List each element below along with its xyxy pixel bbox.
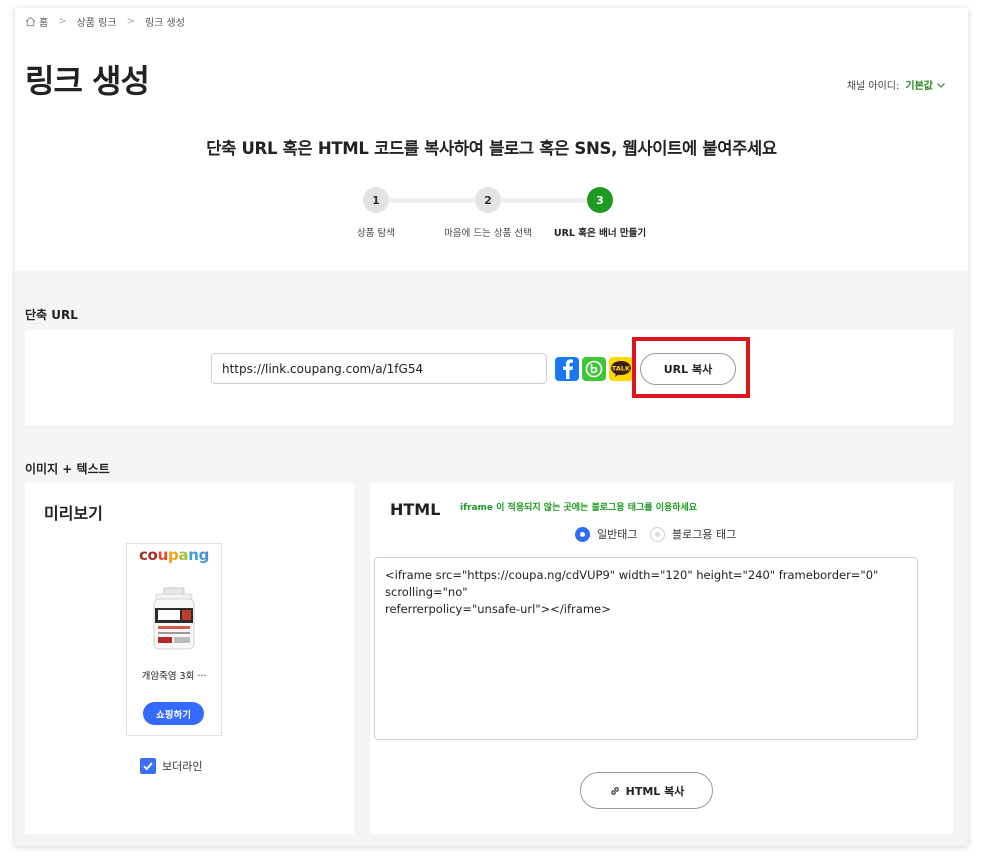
borderline-checkbox[interactable]: 보더라인 — [140, 758, 202, 774]
page-title: 링크 생성 — [25, 62, 150, 100]
iframe-note: iframe 이 적용되지 않는 곳에는 블로그용 태그를 이용하세요 — [460, 503, 698, 513]
shop-button[interactable]: 쇼핑하기 — [143, 702, 204, 725]
coupang-logo: coupang — [127, 546, 221, 564]
logo-letter: p — [167, 546, 179, 564]
banner-preview[interactable]: coupang 개암죽염 3회 ··· 쇼핑하기 — [126, 543, 222, 736]
logo-letter: c — [138, 546, 148, 564]
product-name: 개암죽염 3회 ··· — [141, 671, 207, 682]
html-copy-label: HTML 복사 — [625, 784, 685, 798]
step-1-circle: 1 — [363, 187, 389, 213]
radio-blog-label: 블로그용 태그 — [672, 528, 737, 541]
chevron-right-icon: > — [126, 16, 135, 27]
breadcrumb: 홈 > 상품 링크 > 링크 생성 — [25, 14, 185, 29]
breadcrumb-current: 링크 생성 — [144, 18, 185, 29]
channel-label: 채널 아이디: — [846, 81, 900, 92]
kakao-talk-text: TALK — [612, 365, 631, 373]
logo-letter: o — [147, 546, 158, 564]
url-copy-highlight-box — [632, 337, 750, 398]
facebook-share-button[interactable] — [555, 357, 579, 381]
logo-letter: a — [178, 546, 189, 564]
html-title: HTML — [390, 500, 441, 519]
short-url-title: 단축 URL — [25, 308, 78, 322]
radio-normal-tag[interactable]: 일반태그 — [575, 526, 637, 542]
radio-selected-icon[interactable] — [575, 526, 590, 542]
radio-unselected-icon[interactable] — [650, 526, 665, 542]
band-icon — [585, 360, 603, 378]
image-text-title: 이미지 + 텍스트 — [25, 462, 110, 476]
breadcrumb-product-link[interactable]: 상품 링크 — [77, 14, 117, 29]
product-image — [153, 587, 195, 650]
html-copy-button[interactable]: HTML 복사 — [580, 772, 713, 809]
header-section: 홈 > 상품 링크 > 링크 생성 링크 생성 채널 아이디: 기본값 단축 U… — [15, 8, 968, 271]
chevron-right-icon: > — [58, 16, 67, 27]
logo-letter: n — [188, 546, 199, 564]
kakaotalk-icon: TALK — [611, 361, 631, 377]
step-2-circle: 2 — [475, 187, 501, 213]
step-3-label: URL 혹은 배너 만들기 — [553, 228, 647, 239]
radio-blog-tag[interactable]: 블로그용 태그 — [650, 526, 736, 542]
logo-letter: g — [198, 546, 210, 564]
band-share-button[interactable] — [582, 357, 606, 381]
guide-text: 단축 URL 혹은 HTML 코드를 복사하여 블로그 혹은 SNS, 웹사이트… — [206, 139, 777, 158]
short-url-field[interactable]: https://link.coupang.com/a/1fG54 — [211, 353, 547, 384]
checkbox-checked-icon[interactable] — [140, 758, 156, 774]
breadcrumb-home[interactable]: 홈 — [39, 14, 48, 29]
home-icon[interactable] — [25, 16, 36, 27]
channel-value[interactable]: 기본값 — [905, 77, 933, 92]
kakao-share-button[interactable]: TALK — [609, 357, 633, 381]
borderline-label: 보더라인 — [162, 760, 203, 773]
step-3-circle: 3 — [587, 187, 613, 213]
radio-normal-label: 일반태그 — [597, 528, 638, 541]
facebook-icon — [563, 359, 573, 379]
html-code-textarea[interactable]: <iframe src="https://coupa.ng/cdVUP9" wi… — [374, 557, 918, 740]
preview-title: 미리보기 — [44, 504, 103, 523]
channel-selector[interactable]: 채널 아이디: 기본값 — [847, 77, 946, 92]
logo-letter: u — [157, 546, 169, 564]
chevron-down-icon[interactable] — [936, 80, 946, 90]
link-icon — [610, 786, 619, 795]
